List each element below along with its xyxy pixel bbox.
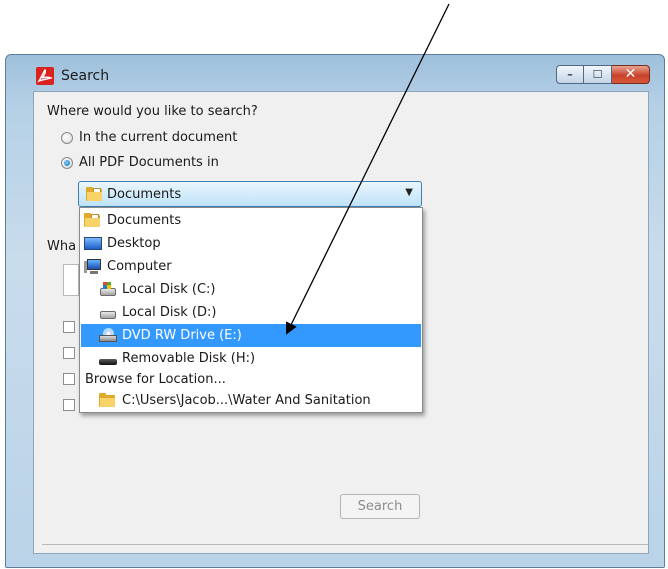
location-combobox[interactable]: Documents ▼ [78,181,422,207]
search-term-input[interactable] [63,264,79,296]
dropdown-item-recent-folder[interactable]: C:\Users\Jacob...\Water And Sanitation [81,389,421,412]
dropdown-item-local-disk-d[interactable]: Local Disk (D:) [81,301,421,324]
dropdown-item-label: Documents [107,213,182,228]
radio-current-document[interactable]: In the current document [61,130,237,145]
dropdown-item-label: Computer [107,259,172,274]
location-dropdown-list: Documents Desktop Computer Local Disk (C… [79,207,423,413]
where-question: Where would you like to search? [47,104,258,119]
folder-icon [99,392,117,409]
minimize-icon: – [567,68,573,81]
dropdown-item-desktop[interactable]: Desktop [81,232,421,255]
dropdown-item-removable-disk-h[interactable]: Removable Disk (H:) [81,347,421,370]
option-checkbox-4[interactable] [63,399,75,411]
folder-documents-icon [84,212,102,229]
radio-label: All PDF Documents in [79,155,219,170]
location-value: Documents [107,187,182,202]
dropdown-item-label: Removable Disk (H:) [122,351,256,366]
title-bar[interactable]: Search – ☐ ✕ [6,55,664,91]
close-icon: ✕ [624,66,637,82]
dropdown-item-label: Desktop [107,236,161,251]
dropdown-item-label: C:\Users\Jacob...\Water And Sanitation [122,393,371,408]
minimize-button[interactable]: – [556,65,584,84]
close-button[interactable]: ✕ [612,65,650,84]
desktop-icon [84,236,102,252]
dropdown-item-local-disk-c[interactable]: Local Disk (C:) [81,278,421,301]
dropdown-item-documents[interactable]: Documents [81,209,421,232]
divider [42,544,648,545]
dropdown-item-label: Local Disk (C:) [122,282,216,297]
caption-buttons: – ☐ ✕ [556,65,650,84]
dropdown-item-browse-for-location[interactable]: Browse for Location... [81,368,421,391]
chevron-down-icon: ▼ [405,187,413,198]
local-disk-icon [99,281,117,298]
dropdown-item-computer[interactable]: Computer [81,255,421,278]
acrobat-icon [36,67,54,85]
dropdown-item-label: DVD RW Drive (E:) [122,328,242,343]
computer-icon [84,258,102,275]
radio-label: In the current document [79,130,238,145]
dialog-content: Where would you like to search? In the c… [33,91,649,554]
window-title: Search [61,68,110,84]
dropdown-item-dvd-rw-drive-e[interactable]: DVD RW Drive (E:) [81,324,421,347]
maximize-button[interactable]: ☐ [584,65,612,84]
option-checkbox-2[interactable] [63,347,75,359]
dropdown-item-label: Local Disk (D:) [122,305,217,320]
maximize-icon: ☐ [592,68,603,81]
search-window: Search – ☐ ✕ Where would you like to sea… [5,54,665,568]
dvd-drive-icon [99,327,117,344]
option-checkbox-1[interactable] [63,321,75,333]
removable-disk-icon [99,351,117,367]
search-button[interactable]: Search [340,494,420,519]
dropdown-item-label: Browse for Location... [85,372,226,387]
hard-disk-icon [99,305,117,321]
radio-all-pdf-documents[interactable]: All PDF Documents in [61,155,219,170]
radio-button[interactable] [61,131,73,144]
what-question-partial: Wha [47,239,77,254]
radio-button-selected[interactable] [61,156,73,169]
option-checkbox-3[interactable] [63,373,75,385]
